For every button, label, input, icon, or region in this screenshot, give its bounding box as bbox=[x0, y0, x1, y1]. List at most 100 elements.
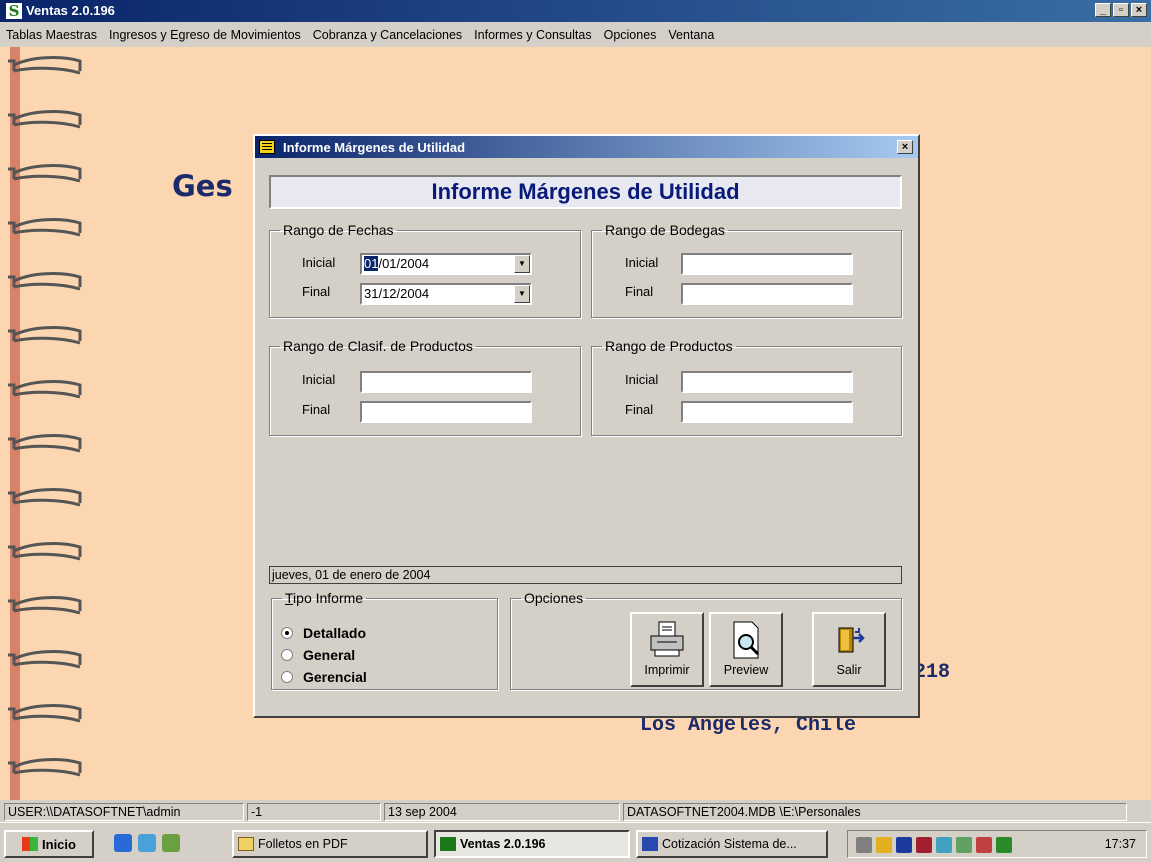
window-controls: _ ▫ × bbox=[1095, 3, 1147, 17]
dialog-status-line: jueves, 01 de enero de 2004 bbox=[269, 566, 902, 584]
task-label: Ventas 2.0.196 bbox=[460, 837, 546, 851]
start-button[interactable]: Inicio bbox=[4, 830, 94, 858]
task-label: Folletos en PDF bbox=[258, 837, 348, 851]
tray-app-icon[interactable] bbox=[936, 837, 952, 853]
imprimir-button[interactable]: Imprimir bbox=[630, 612, 704, 687]
folder-icon bbox=[238, 837, 254, 851]
group-legend: Rango de Fechas bbox=[283, 222, 394, 238]
start-label: Inicio bbox=[42, 836, 76, 852]
windows-logo-icon bbox=[22, 837, 39, 851]
fechas-inicial-label: Inicial bbox=[302, 255, 336, 270]
chevron-down-icon[interactable]: ▼ bbox=[514, 285, 530, 303]
group-legend: Rango de Bodegas bbox=[605, 222, 725, 238]
menu-informes[interactable]: Informes y Consultas bbox=[474, 28, 591, 42]
network-icon[interactable] bbox=[976, 837, 992, 853]
spiral-binding-image bbox=[6, 56, 82, 777]
preview-magnifier-icon bbox=[733, 621, 760, 659]
maximize-button[interactable]: ▫ bbox=[1113, 3, 1129, 17]
preview-button[interactable]: Preview bbox=[709, 612, 783, 687]
minimize-button[interactable]: _ bbox=[1095, 3, 1111, 17]
chevron-down-icon[interactable]: ▼ bbox=[514, 255, 530, 273]
language-icon[interactable] bbox=[896, 837, 912, 853]
background-company-title: Ges bbox=[172, 169, 233, 203]
system-tray: 17:37 bbox=[847, 830, 1147, 858]
close-button[interactable]: × bbox=[1131, 3, 1147, 17]
dialog-close-button[interactable]: × bbox=[897, 140, 913, 154]
radio-button-icon[interactable] bbox=[281, 649, 293, 661]
antivirus-icon[interactable] bbox=[916, 837, 932, 853]
task-folletos-pdf[interactable]: Folletos en PDF bbox=[232, 830, 428, 858]
informe-dialog: Informe Márgenes de Utilidad × Informe M… bbox=[253, 134, 920, 718]
bodegas-final-label: Final bbox=[625, 284, 654, 299]
menu-cobranza[interactable]: Cobranza y Cancelaciones bbox=[313, 28, 462, 42]
volume-icon[interactable] bbox=[856, 837, 872, 853]
word-document-icon bbox=[642, 837, 658, 851]
tray-app-icon[interactable] bbox=[996, 837, 1012, 853]
tray-app-icon[interactable] bbox=[956, 837, 972, 853]
menu-tablas-maestras[interactable]: Tablas Maestras bbox=[6, 28, 97, 42]
tray-app-icon[interactable] bbox=[876, 837, 892, 853]
report-icon bbox=[259, 140, 275, 154]
productos-final-label: Final bbox=[625, 402, 654, 417]
menubar: Tablas Maestras Ingresos y Egreso de Mov… bbox=[0, 22, 1151, 47]
clasif-final-input[interactable] bbox=[360, 401, 532, 423]
fechas-final-label: Final bbox=[302, 284, 331, 299]
fecha-final-value: 31/12/2004 bbox=[364, 286, 430, 301]
clasif-inicial-input[interactable] bbox=[360, 371, 532, 393]
bodega-final-input[interactable] bbox=[681, 283, 853, 305]
fecha-inicial-day: 01 bbox=[364, 256, 379, 271]
group-legend: Tipo Informe bbox=[282, 590, 366, 606]
outlook-express-icon[interactable] bbox=[138, 834, 156, 852]
status-code: -1 bbox=[247, 803, 381, 821]
group-legend: Rango de Productos bbox=[605, 338, 733, 354]
salir-button[interactable]: Salir bbox=[812, 612, 886, 687]
taskbar: Inicio Folletos en PDF Ventas 2.0.196 Co… bbox=[0, 822, 1151, 862]
fecha-inicial-rest: /01/2004 bbox=[378, 256, 430, 271]
printer-icon bbox=[650, 621, 684, 657]
dialog-titlebar[interactable]: Informe Márgenes de Utilidad × bbox=[255, 136, 918, 158]
exit-door-icon bbox=[838, 627, 865, 653]
group-legend: Opciones bbox=[524, 590, 584, 606]
app-titlebar: S Ventas 2.0.196 _ ▫ × bbox=[0, 0, 1151, 22]
task-ventas[interactable]: Ventas 2.0.196 bbox=[434, 830, 630, 858]
ventas-app-icon bbox=[440, 837, 456, 851]
task-label: Cotización Sistema de... bbox=[662, 837, 797, 851]
radio-general[interactable]: General bbox=[281, 647, 355, 663]
bodegas-inicial-label: Inicial bbox=[625, 255, 659, 270]
preview-label: Preview bbox=[723, 663, 769, 677]
radio-label: Detallado bbox=[303, 625, 367, 641]
menu-ventana[interactable]: Ventana bbox=[668, 28, 714, 42]
show-desktop-icon[interactable] bbox=[162, 834, 180, 852]
clock: 17:37 bbox=[1104, 837, 1136, 851]
radio-button-icon[interactable] bbox=[281, 671, 293, 683]
fecha-final-combo[interactable]: 31/12/2004 ▼ bbox=[360, 283, 532, 305]
status-user: USER:\\DATASOFTNET\admin bbox=[4, 803, 244, 821]
menu-ingresos-egresos[interactable]: Ingresos y Egreso de Movimientos bbox=[109, 28, 301, 42]
productos-inicial-label: Inicial bbox=[625, 372, 659, 387]
imprimir-label: Imprimir bbox=[644, 663, 690, 677]
bodega-inicial-input[interactable] bbox=[681, 253, 853, 275]
dialog-title: Informe Márgenes de Utilidad bbox=[283, 140, 466, 155]
fecha-inicial-combo[interactable]: 01/01/2004 ▼ bbox=[360, 253, 532, 275]
menu-opciones[interactable]: Opciones bbox=[604, 28, 657, 42]
legend-mnemonic: T bbox=[285, 590, 294, 606]
radio-detallado[interactable]: Detallado bbox=[281, 625, 366, 641]
dialog-header: Informe Márgenes de Utilidad bbox=[269, 175, 902, 209]
salir-label: Salir bbox=[836, 663, 862, 677]
producto-final-input[interactable] bbox=[681, 401, 853, 423]
internet-explorer-icon[interactable] bbox=[114, 834, 132, 852]
status-date: 13 sep 2004 bbox=[384, 803, 620, 821]
legend-rest: ipo Informe bbox=[293, 590, 364, 606]
status-database: DATASOFTNET2004.MDB \E:\Personales bbox=[623, 803, 1127, 821]
radio-button-icon[interactable] bbox=[281, 627, 293, 639]
clasif-final-label: Final bbox=[302, 402, 331, 417]
clasif-inicial-label: Inicial bbox=[302, 372, 336, 387]
app-logo-icon: S bbox=[6, 3, 22, 19]
app-title: Ventas 2.0.196 bbox=[26, 3, 115, 18]
task-cotizacion-word[interactable]: Cotización Sistema de... bbox=[636, 830, 828, 858]
radio-label: Gerencial bbox=[303, 669, 367, 685]
radio-gerencial[interactable]: Gerencial bbox=[281, 669, 367, 685]
app-statusbar: USER:\\DATASOFTNET\admin -1 13 sep 2004 … bbox=[0, 800, 1151, 822]
producto-inicial-input[interactable] bbox=[681, 371, 853, 393]
radio-label: General bbox=[303, 647, 356, 663]
